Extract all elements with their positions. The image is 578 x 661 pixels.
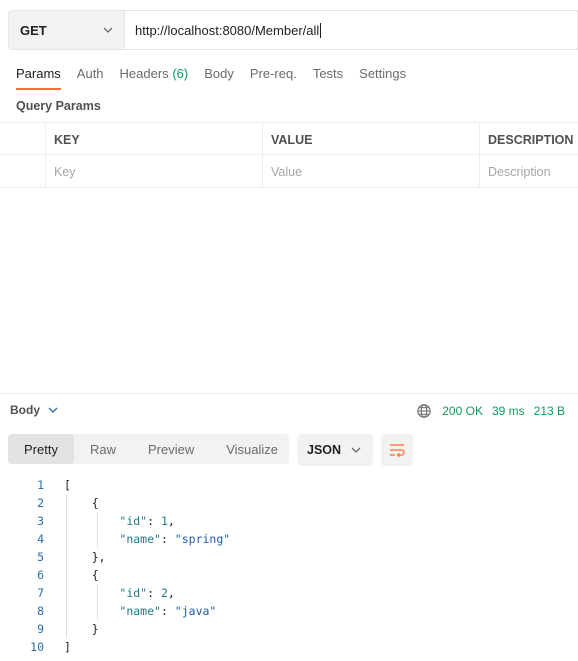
response-body-viewer[interactable]: 1[2 {3 "id": 1, 4 "name": "spring" 5 }, 6 {…	[0, 476, 578, 656]
query-params-table: KEY VALUE DESCRIPTION Key Value Descript…	[0, 122, 578, 188]
code-text: [	[64, 478, 71, 492]
language-label: JSON	[307, 443, 342, 457]
row-checkbox-cell	[0, 155, 45, 188]
code-text: "id": 1,	[119, 514, 175, 528]
response-time[interactable]: 39 ms	[492, 404, 525, 418]
value-column-header: VALUE	[262, 123, 479, 156]
table-header-row: KEY VALUE DESCRIPTION	[0, 122, 578, 156]
code-line: 8 "name": "java"	[0, 602, 578, 620]
response-size[interactable]: 213 B	[534, 404, 565, 418]
request-tabs: Params Auth Headers (6) Body Pre-req. Te…	[16, 66, 422, 90]
line-number: 4	[37, 532, 44, 546]
response-body-dropdown[interactable]: Body	[10, 403, 58, 417]
code-text: {	[64, 568, 99, 582]
format-visualize-button[interactable]: Visualize	[210, 434, 294, 464]
method-label: GET	[20, 22, 47, 38]
line-number: 10	[30, 640, 44, 654]
tab-label: Pre-req.	[249, 66, 297, 81]
code-text: ]	[64, 640, 71, 654]
headers-count-badge: (6)	[172, 66, 189, 81]
value-input[interactable]: Value	[262, 155, 479, 188]
code-line: 3 "id": 1,	[0, 512, 578, 530]
tab-tests[interactable]: Tests	[313, 66, 343, 90]
description-column-header: DESCRIPTION	[479, 123, 578, 156]
tab-settings[interactable]: Settings	[359, 66, 406, 90]
line-number: 3	[37, 514, 44, 528]
code-text: },	[64, 550, 106, 564]
code-line: 5 },	[0, 548, 578, 566]
checkbox-column-header	[0, 123, 45, 156]
globe-icon[interactable]	[416, 403, 432, 419]
line-number: 9	[37, 622, 44, 636]
response-divider[interactable]	[0, 393, 578, 394]
tab-auth[interactable]: Auth	[77, 66, 104, 90]
tab-label: Params	[16, 66, 61, 81]
line-number: 1	[37, 478, 44, 492]
response-status-bar: 200 OK 39 ms 213 B	[416, 403, 565, 419]
tab-body[interactable]: Body	[204, 66, 234, 90]
description-input[interactable]: Description	[479, 155, 578, 188]
response-body-label: Body	[10, 403, 40, 417]
code-line: 10]	[0, 638, 578, 656]
method-select[interactable]: GET	[8, 10, 124, 50]
wrap-lines-button[interactable]	[381, 434, 413, 466]
line-number: 5	[37, 550, 44, 564]
key-input[interactable]: Key	[45, 155, 262, 188]
language-select[interactable]: JSON	[297, 434, 373, 466]
code-line: 2 {	[0, 494, 578, 512]
code-text: "id": 2,	[119, 586, 175, 600]
chevron-down-icon	[102, 24, 114, 36]
tab-pre-request[interactable]: Pre-req.	[250, 66, 297, 90]
code-text: "name": "spring"	[119, 532, 231, 546]
tab-label: Auth	[76, 66, 104, 81]
line-number: 2	[37, 496, 44, 510]
code-text: {	[64, 496, 99, 510]
tab-label: Settings	[359, 66, 407, 81]
key-column-header: KEY	[45, 123, 262, 156]
tab-label: Tests	[312, 66, 344, 81]
wrap-lines-icon	[389, 443, 405, 457]
request-url-bar: GET http://localhost:8080/Member/all	[8, 10, 578, 50]
status-code[interactable]: 200 OK	[442, 404, 483, 418]
tab-params[interactable]: Params	[16, 66, 61, 90]
response-format-tabs: Pretty Raw Preview Visualize	[8, 434, 289, 464]
chevron-down-icon	[351, 447, 361, 453]
line-number: 8	[37, 604, 44, 618]
code-line: 7 "id": 2,	[0, 584, 578, 602]
line-number: 6	[37, 568, 44, 582]
text-caret	[320, 22, 322, 38]
line-number: 7	[37, 586, 44, 600]
indent-guide	[97, 584, 98, 620]
code-line: 6 {	[0, 566, 578, 584]
query-params-title: Query Params	[16, 99, 101, 113]
indent-guide	[66, 494, 67, 638]
code-text: "name": "java"	[119, 604, 217, 618]
code-line: 1[	[0, 476, 578, 494]
format-raw-button[interactable]: Raw	[74, 434, 132, 464]
tab-label: Body	[204, 66, 234, 81]
url-text: http://localhost:8080/Member/all	[135, 22, 320, 38]
format-preview-button[interactable]: Preview	[132, 434, 210, 464]
table-row: Key Value Description	[0, 155, 578, 188]
url-input[interactable]: http://localhost:8080/Member/all	[124, 10, 578, 50]
code-text: }	[64, 622, 99, 636]
code-line: 9 }	[0, 620, 578, 638]
code-line: 4 "name": "spring"	[0, 530, 578, 548]
chevron-down-icon	[48, 407, 58, 413]
tab-label: Headers	[119, 66, 169, 81]
tab-headers[interactable]: Headers (6)	[120, 66, 189, 90]
format-pretty-button[interactable]: Pretty	[8, 434, 74, 464]
indent-guide	[97, 512, 98, 548]
